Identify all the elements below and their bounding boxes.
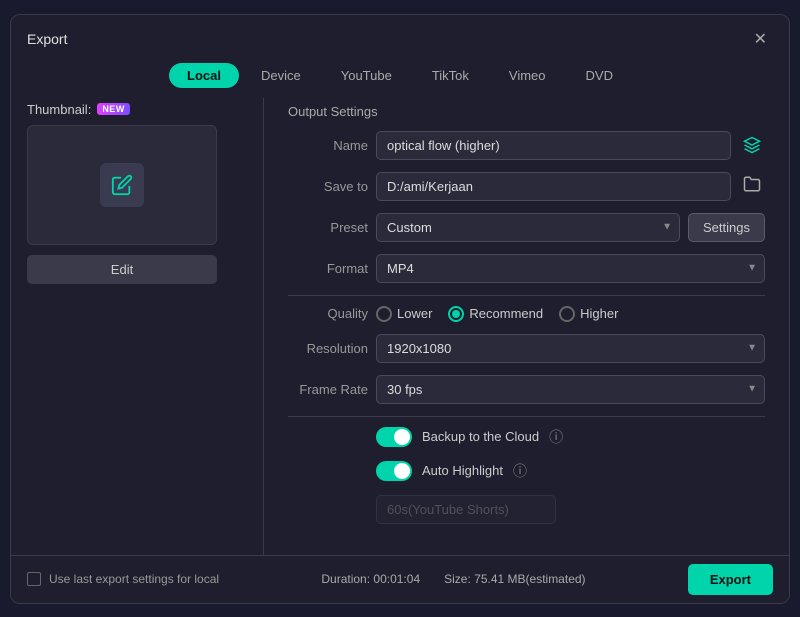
size-value: 75.41 MB(estimated) <box>474 572 585 586</box>
export-button[interactable]: Export <box>688 564 773 595</box>
auto-highlight-sub-wrapper: 60s(YouTube Shorts) <box>376 495 556 524</box>
format-select[interactable]: MP4 <box>376 254 765 283</box>
bottom-info: Duration: 00:01:04 Size: 75.41 MB(estima… <box>321 572 585 586</box>
main-content: Thumbnail: NEW Edit Output Settings Name <box>11 98 789 555</box>
quality-radio-group: Lower Recommend Higher <box>376 306 618 322</box>
preset-select-wrapper: Custom ▼ <box>376 213 680 242</box>
tab-tiktok[interactable]: TikTok <box>414 63 487 88</box>
tab-device[interactable]: Device <box>243 63 319 88</box>
frame-rate-label: Frame Rate <box>288 382 368 397</box>
format-label: Format <box>288 261 368 276</box>
thumbnail-preview <box>27 125 217 245</box>
quality-higher-option[interactable]: Higher <box>559 306 618 322</box>
title-bar: Export ✕ <box>11 15 789 59</box>
quality-lower-radio[interactable] <box>376 306 392 322</box>
frame-rate-select[interactable]: 30 fps <box>376 375 765 404</box>
left-panel: Thumbnail: NEW Edit <box>27 98 247 555</box>
name-input[interactable] <box>376 131 731 160</box>
bottom-bar: Use last export settings for local Durat… <box>11 555 789 603</box>
save-to-path: D:/ami/Kerjaan <box>376 172 731 201</box>
preset-select[interactable]: Custom <box>376 213 680 242</box>
last-settings-label: Use last export settings for local <box>49 572 219 586</box>
size-info: Size: 75.41 MB(estimated) <box>444 572 585 586</box>
duration-value: 00:01:04 <box>373 572 420 586</box>
auto-highlight-row: Auto Highlight ⓘ <box>288 461 765 481</box>
divider-2 <box>288 416 765 417</box>
thumbnail-text: Thumbnail: <box>27 102 91 117</box>
close-button[interactable]: ✕ <box>748 27 773 51</box>
duration-label: Duration: <box>321 572 370 586</box>
quality-recommend-label: Recommend <box>469 306 543 321</box>
save-to-row: Save to D:/ami/Kerjaan <box>288 172 765 201</box>
auto-highlight-help-icon[interactable]: ⓘ <box>513 461 527 481</box>
frame-rate-select-wrapper: 30 fps ▼ <box>376 375 765 404</box>
duration-info: Duration: 00:01:04 <box>321 572 420 586</box>
backup-cloud-knob <box>394 429 410 445</box>
dialog-title: Export <box>27 31 67 47</box>
quality-higher-radio[interactable] <box>559 306 575 322</box>
settings-button[interactable]: Settings <box>688 213 765 242</box>
section-title: Output Settings <box>288 104 765 119</box>
last-settings-checkbox-label[interactable]: Use last export settings for local <box>27 572 219 586</box>
tab-local[interactable]: Local <box>169 63 239 88</box>
quality-higher-label: Higher <box>580 306 618 321</box>
preset-row: Preset Custom ▼ Settings <box>288 213 765 242</box>
size-label: Size: <box>444 572 471 586</box>
vertical-divider <box>263 98 264 555</box>
quality-row: Quality Lower Recommend Higher <box>288 306 765 322</box>
resolution-row: Resolution 1920x1080 ▼ <box>288 334 765 363</box>
save-to-label: Save to <box>288 179 368 194</box>
export-dialog: Export ✕ Local Device YouTube TikTok Vim… <box>10 14 790 604</box>
auto-highlight-toggle[interactable] <box>376 461 412 481</box>
quality-recommend-radio[interactable] <box>448 306 464 322</box>
right-panel: Output Settings Name Save to D:/ami/Kerj… <box>280 98 773 555</box>
quality-lower-label: Lower <box>397 306 432 321</box>
tab-vimeo[interactable]: Vimeo <box>491 63 564 88</box>
new-badge: NEW <box>97 103 130 115</box>
auto-highlight-label: Auto Highlight <box>422 463 503 478</box>
last-settings-checkbox[interactable] <box>27 572 41 586</box>
backup-cloud-help-icon[interactable]: ⓘ <box>549 427 563 447</box>
format-row: Format MP4 ▼ <box>288 254 765 283</box>
name-label: Name <box>288 138 368 153</box>
tab-youtube[interactable]: YouTube <box>323 63 410 88</box>
tab-dvd[interactable]: DVD <box>568 63 631 88</box>
quality-lower-option[interactable]: Lower <box>376 306 432 322</box>
name-row: Name <box>288 131 765 160</box>
tabs-bar: Local Device YouTube TikTok Vimeo DVD <box>11 59 789 98</box>
backup-cloud-toggle[interactable] <box>376 427 412 447</box>
edit-button[interactable]: Edit <box>27 255 217 284</box>
backup-cloud-row: Backup to the Cloud ⓘ <box>288 427 765 447</box>
auto-highlight-knob <box>394 463 410 479</box>
auto-highlight-sub-select: 60s(YouTube Shorts) <box>376 495 556 524</box>
resolution-label: Resolution <box>288 341 368 356</box>
thumbnail-icon <box>100 163 144 207</box>
folder-button[interactable] <box>739 175 765 198</box>
divider-1 <box>288 295 765 296</box>
auto-highlight-sub-row: 60s(YouTube Shorts) <box>288 495 765 524</box>
frame-rate-row: Frame Rate 30 fps ▼ <box>288 375 765 404</box>
resolution-select[interactable]: 1920x1080 <box>376 334 765 363</box>
resolution-select-wrapper: 1920x1080 ▼ <box>376 334 765 363</box>
ai-button[interactable] <box>739 136 765 154</box>
thumbnail-label-row: Thumbnail: NEW <box>27 102 130 117</box>
quality-recommend-option[interactable]: Recommend <box>448 306 543 322</box>
backup-cloud-label: Backup to the Cloud <box>422 429 539 444</box>
preset-label: Preset <box>288 220 368 235</box>
format-select-wrapper: MP4 ▼ <box>376 254 765 283</box>
quality-label: Quality <box>288 306 368 321</box>
